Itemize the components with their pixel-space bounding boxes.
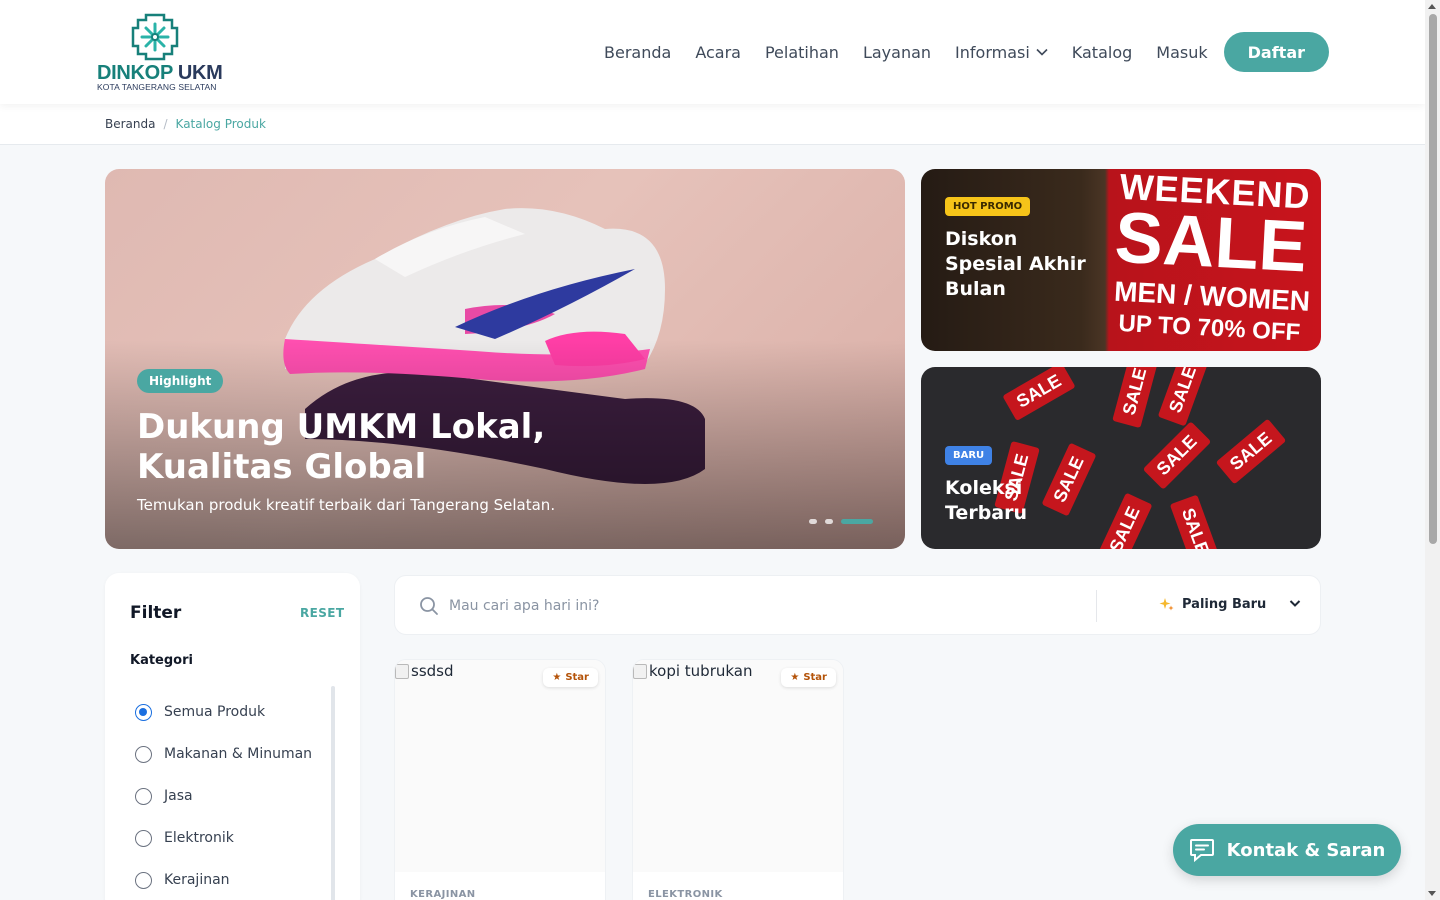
site-logo[interactable]: DINKOP UKM KOTA TANGERANG SELATAN [97,12,227,94]
broken-image-icon [395,663,409,679]
chat-message-icon [1189,839,1214,862]
carousel-dot[interactable] [825,519,833,524]
sale-tag: SALE [1157,367,1209,427]
sale-tag: SALE [1002,367,1076,422]
category-list: Semua Produk Makanan & Minuman Jasa Elek… [135,691,312,900]
broken-image-icon [633,663,647,679]
sale-text-sale: SALE [1112,197,1309,288]
category-option-label: Kerajinan [164,872,230,888]
product-image[interactable]: kopi tubrukan [633,660,843,872]
filter-reset-button[interactable]: RESET [300,606,344,620]
category-option-elektronik[interactable]: Elektronik [135,817,312,859]
site-header: DINKOP UKM KOTA TANGERANG SELATAN Berand… [0,0,1425,104]
radio-button[interactable] [135,787,152,805]
scrollbar-thumb[interactable] [1429,14,1437,544]
nav-item-masuk[interactable]: Masuk [1156,43,1207,62]
breadcrumb-current: Katalog Produk [175,117,266,131]
product-card[interactable]: ssdsd ★ Star KERAJINAN [394,659,606,900]
main-nav: Beranda Acara Pelatihan Layanan Informas… [604,32,1329,72]
category-label: Kategori [130,653,193,668]
chevron-down-icon [1036,48,1048,56]
filter-title: Filter [130,603,182,623]
star-icon: ★ [790,672,800,683]
nav-item-katalog[interactable]: Katalog [1072,43,1132,62]
category-option-label: Elektronik [164,830,234,846]
category-option-label: Jasa [164,788,193,804]
hero-subtitle: Temukan produk kreatif terbaik dari Tang… [137,496,556,514]
sort-value: Paling Baru [1182,597,1267,612]
filter-panel: Filter RESET Kategori Semua Produk Makan… [105,573,360,900]
promo-badge: BARU [945,446,993,465]
promo-badge: HOT PROMO [945,197,1031,216]
broken-image-alt: kopi tubrukan [633,662,753,680]
category-option-semua[interactable]: Semua Produk [135,691,312,733]
scroll-up-arrow-icon[interactable] [1428,4,1436,9]
sparkles-icon [1159,598,1174,611]
category-option-label: Makanan & Minuman [164,746,313,762]
sale-tag: SALE [1112,367,1158,429]
breadcrumb: Beranda / Katalog Produk [105,117,266,131]
breadcrumb-separator: / [163,117,168,131]
nav-item-pelatihan[interactable]: Pelatihan [765,43,839,62]
chevron-down-icon[interactable] [1289,599,1301,608]
register-button[interactable]: Daftar [1223,32,1329,72]
hero-title: Dukung UMKM Lokal, Kualitas Global [137,407,546,487]
product-card[interactable]: kopi tubrukan ★ Star ELEKTRONIK [632,659,844,900]
contact-button-label: Kontak & Saran [1226,839,1386,861]
product-image-alt-text: kopi tubrukan [649,662,753,680]
star-icon: ★ [552,672,562,683]
sale-tag: SALE [1142,421,1212,490]
product-category: ELEKTRONIK [648,889,723,900]
nav-item-layanan[interactable]: Layanan [863,43,931,62]
promo-card-new[interactable]: SALE SALE SALE SALE SALE SALE SALE SALE … [921,367,1321,549]
radio-button[interactable] [135,871,152,889]
category-option-label: Semua Produk [164,704,266,720]
sale-tag: SALE [1169,494,1221,549]
breadcrumb-home[interactable]: Beranda [105,117,155,131]
product-image-alt-text: ssdsd [411,662,454,680]
category-option-jasa[interactable]: Jasa [135,775,312,817]
radio-button[interactable] [135,745,152,763]
logo-emblem-icon [131,13,179,61]
search-icon [420,597,438,615]
broken-image-alt: ssdsd [395,662,454,680]
category-option-kerajinan[interactable]: Kerajinan [135,859,312,900]
search-divider [1096,590,1097,622]
sale-tag: SALE [1215,418,1287,485]
carousel-indicators [809,519,873,524]
promo-card-hot[interactable]: WEEKEND SALE MEN / WOMEN UP TO 70% OFF H… [921,169,1321,351]
category-scrollbar[interactable] [331,686,335,900]
star-badge: ★ Star [543,668,598,687]
radio-button[interactable] [135,829,152,847]
promo-sale-image: WEEKEND SALE MEN / WOMEN UP TO 70% OFF [1111,169,1321,351]
carousel-dot[interactable] [809,519,817,524]
hero-badge: Highlight [137,369,224,393]
page-scrollbar[interactable] [1425,0,1440,900]
hero-banner[interactable]: Highlight Dukung UMKM Lokal, Kualitas Gl… [105,169,905,549]
logo-subtitle: KOTA TANGERANG SELATAN [97,82,217,92]
nav-item-informasi[interactable]: Informasi [955,43,1048,62]
nav-item-informasi-label: Informasi [955,42,1030,62]
star-badge-label: Star [565,672,589,683]
search-bar: Paling Baru [394,575,1321,635]
star-badge: ★ Star [781,668,836,687]
star-badge-label: Star [803,672,827,683]
search-input[interactable] [449,594,1049,618]
product-category: KERAJINAN [410,889,476,900]
product-image[interactable]: ssdsd [395,660,605,872]
radio-button[interactable] [135,703,152,721]
breadcrumb-bar: Beranda / Katalog Produk [0,104,1425,145]
sale-tag: SALE [1097,492,1153,549]
nav-item-acara[interactable]: Acara [695,43,741,62]
category-option-makanan[interactable]: Makanan & Minuman [135,733,312,775]
carousel-dot-active[interactable] [841,519,873,524]
promo-title: Diskon Spesial Akhir Bulan [945,228,1086,300]
nav-item-beranda[interactable]: Beranda [604,43,671,62]
scroll-down-arrow-icon[interactable] [1428,891,1436,896]
hero-overlay [105,169,905,549]
sort-select[interactable]: Paling Baru [1159,597,1266,612]
contact-feedback-button[interactable]: Kontak & Saran [1173,824,1401,876]
promo-title: Koleksi Terbaru [945,477,1028,524]
